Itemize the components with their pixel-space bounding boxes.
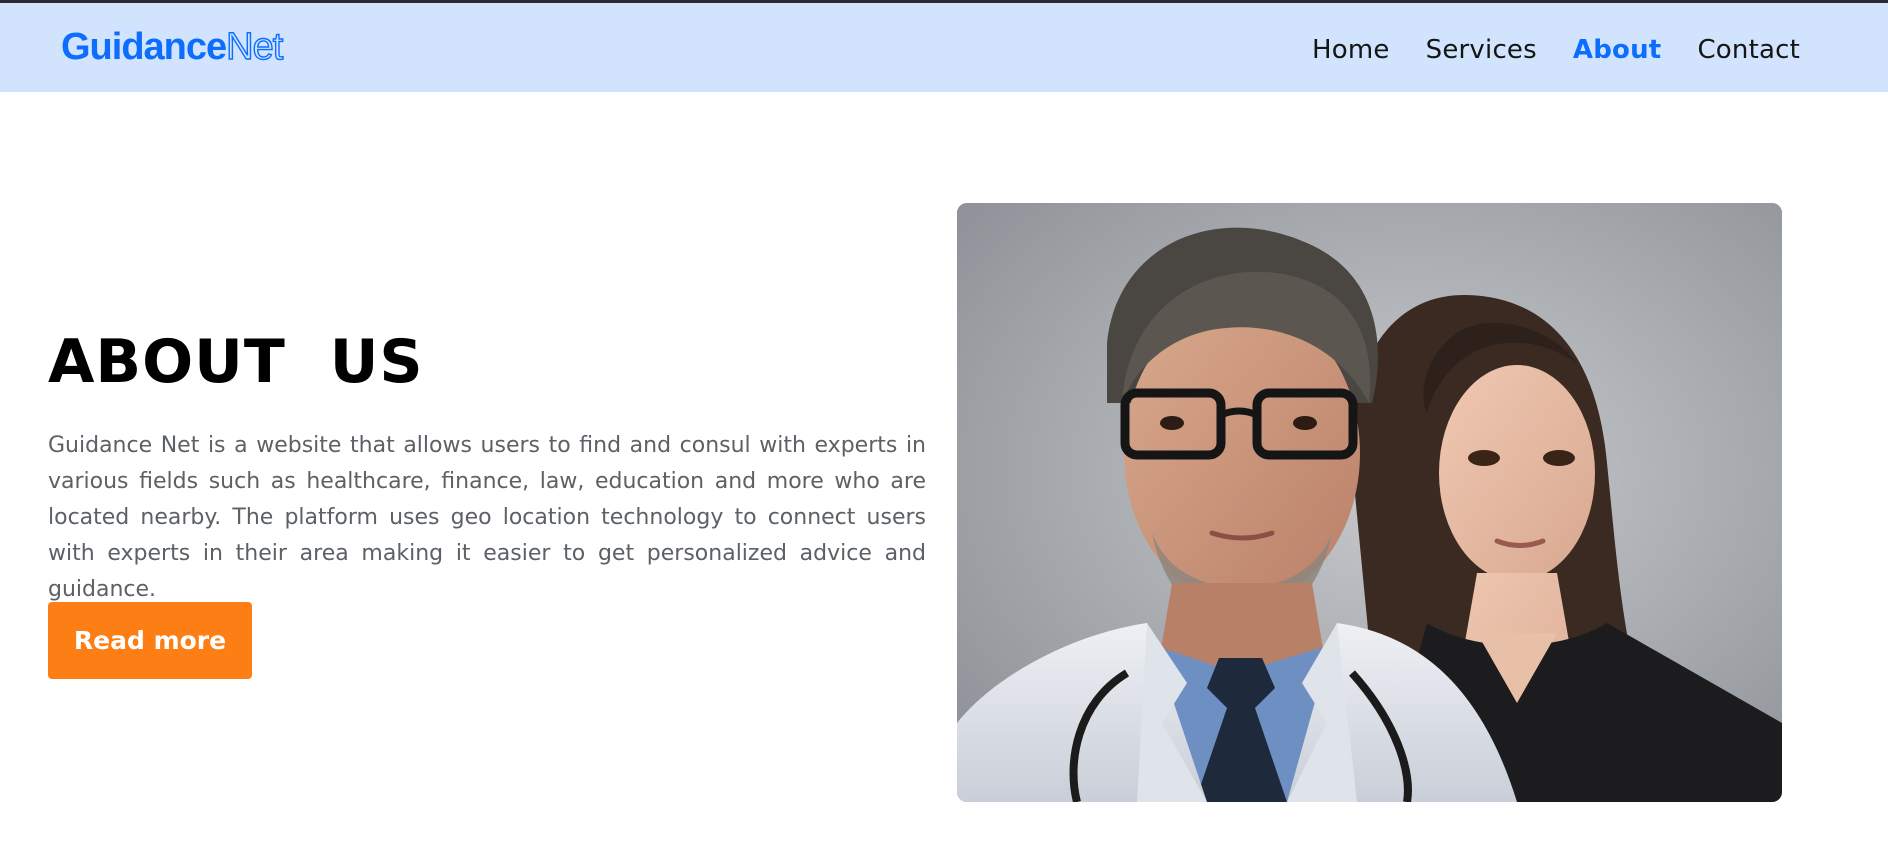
about-photo xyxy=(957,203,1782,802)
nav-home[interactable]: Home xyxy=(1312,33,1390,67)
logo-text-primary: Guidance xyxy=(61,26,227,68)
read-more-button[interactable]: Read more xyxy=(48,602,252,679)
portrait-illustration xyxy=(957,203,1782,802)
navbar: GuidanceNet Home Services About Contact xyxy=(0,3,1888,92)
logo[interactable]: GuidanceNet xyxy=(61,25,284,69)
main-nav: Home Services About Contact xyxy=(1312,33,1800,67)
logo-text-outline: Net xyxy=(225,25,284,68)
nav-about[interactable]: About xyxy=(1573,33,1662,67)
nav-contact[interactable]: Contact xyxy=(1697,33,1800,67)
nav-services[interactable]: Services xyxy=(1426,33,1537,67)
about-heading: ABOUT US xyxy=(48,327,424,397)
about-description: Guidance Net is a website that allows us… xyxy=(48,433,926,602)
